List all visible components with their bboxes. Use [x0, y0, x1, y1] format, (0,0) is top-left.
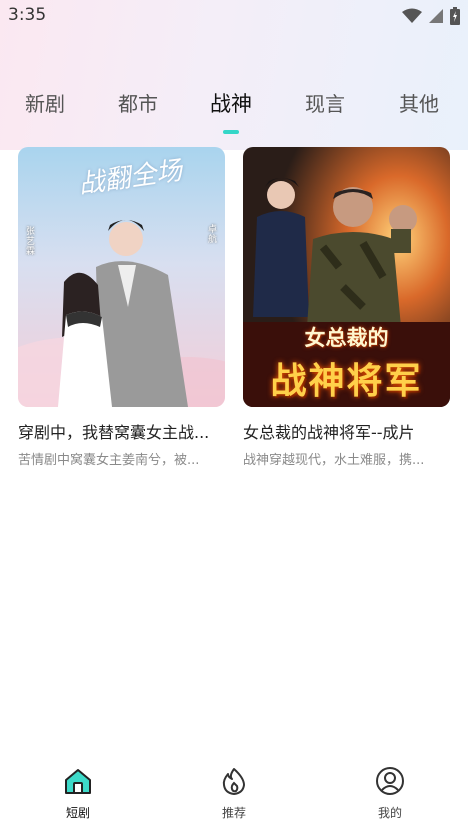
bottom-navigation: 短剧 推荐 我的 — [0, 758, 468, 833]
drama-poster[interactable]: 女总裁的 战神将军 — [243, 147, 450, 407]
nav-shorts[interactable]: 短剧 — [38, 766, 118, 821]
nav-profile-label: 我的 — [377, 806, 402, 820]
active-tab-indicator — [223, 130, 239, 134]
drama-card[interactable]: 女总裁的 战神将军 女总裁的战神将军--成片 战神穿越现代，水土难服，携... — [243, 147, 450, 468]
poster-actor-left: 张艺霖 — [26, 227, 36, 257]
tab-other[interactable]: 其他 — [384, 88, 454, 117]
status-time: 3:35 — [8, 5, 47, 25]
flame-icon — [222, 768, 245, 795]
tab-new[interactable]: 新剧 — [10, 88, 80, 117]
nav-profile[interactable]: 我的 — [350, 766, 430, 821]
profile-icon — [376, 767, 404, 795]
drama-description: 战神穿越现代，水土难服，携... — [243, 453, 425, 468]
nav-recommend-label: 推荐 — [221, 806, 246, 820]
status-bar: 3:35 — [0, 0, 468, 32]
status-icons — [402, 6, 460, 26]
drama-title[interactable]: 女总裁的战神将军--成片 — [243, 419, 450, 443]
signal-icon — [429, 9, 443, 23]
drama-poster[interactable]: 战翻全场 张艺霖 卓航 — [18, 147, 225, 407]
poster-headline-main: 战神将军 — [270, 361, 423, 402]
battery-icon — [450, 7, 460, 25]
poster-headline-top: 女总裁的 — [304, 326, 389, 350]
drama-card[interactable]: 战翻全场 张艺霖 卓航 穿剧中，我替窝囊女主战... 苦情剧中窝囊女主姜南兮，被… — [18, 147, 225, 468]
nav-recommend[interactable]: 推荐 — [194, 766, 274, 821]
category-tabs: 新剧 都市 战神 现言 其他 — [0, 88, 468, 128]
home-icon — [65, 769, 91, 794]
drama-description: 苦情剧中窝囊女主姜南兮，被... — [18, 453, 200, 468]
wifi-icon — [402, 8, 422, 23]
nav-shorts-label: 短剧 — [65, 806, 90, 820]
drama-title[interactable]: 穿剧中，我替窝囊女主战... — [18, 419, 225, 443]
poster-actor-right: 卓航 — [208, 225, 218, 245]
tab-war-god[interactable]: 战神 — [196, 88, 266, 118]
tab-romance[interactable]: 现言 — [290, 88, 360, 117]
tab-city[interactable]: 都市 — [103, 88, 173, 117]
